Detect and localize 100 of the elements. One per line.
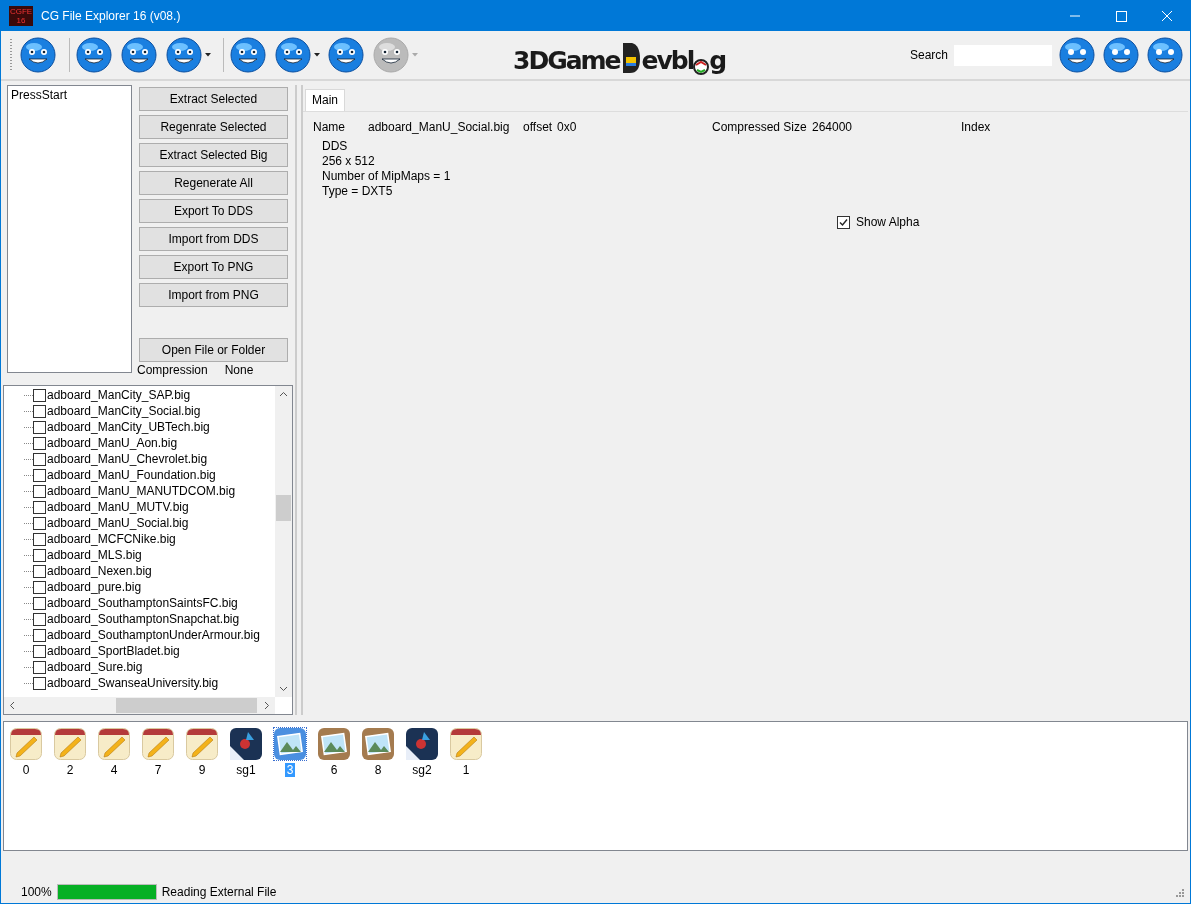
notepad-icon[interactable] <box>54 728 86 760</box>
tree-item[interactable]: adboard_SportBladet.big <box>47 644 180 658</box>
checkbox[interactable] <box>33 660 46 674</box>
checkbox[interactable] <box>33 420 46 434</box>
checkbox-label[interactable]: Show Alpha <box>856 215 920 229</box>
info-text: Number of MipMaps = 1 <box>322 169 452 184</box>
checkbox[interactable] <box>33 500 46 514</box>
offset-value: 0x0 <box>557 120 578 134</box>
thumbnail-label[interactable]: 2 <box>64 763 76 777</box>
tree-item[interactable]: adboard_SouthamptonSnapchat.big <box>47 612 240 626</box>
tree-item[interactable]: adboard_ManU_Social.big <box>47 516 189 530</box>
notepad-icon[interactable] <box>98 728 130 760</box>
checkbox[interactable] <box>33 676 46 690</box>
photo-icon[interactable] <box>362 728 394 760</box>
action-button[interactable]: Export To DDS <box>139 199 288 223</box>
thumbnail-label[interactable]: 4 <box>108 763 120 777</box>
checkbox[interactable] <box>33 532 46 546</box>
action-button[interactable]: Import from DDS <box>139 227 288 251</box>
action-button[interactable]: Export To PNG <box>139 255 288 279</box>
photo-icon[interactable] <box>318 728 350 760</box>
caret-icon[interactable] <box>205 53 211 57</box>
checkbox[interactable] <box>837 215 850 229</box>
compression-value: None <box>224 363 254 377</box>
checkbox[interactable] <box>33 452 46 466</box>
tab[interactable]: Main <box>305 89 345 111</box>
checkbox[interactable] <box>33 548 46 562</box>
open-button[interactable]: Open File or Folder <box>139 338 288 362</box>
checkbox[interactable] <box>33 580 46 594</box>
thumbnail-label[interactable]: 8 <box>372 763 384 777</box>
checkbox[interactable] <box>33 628 46 642</box>
list-item[interactable]: PressStart <box>11 88 128 102</box>
tree-item[interactable]: adboard_SouthamptonSaintsFC.big <box>47 596 238 610</box>
tree-item[interactable]: adboard_ManU_Foundation.big <box>47 468 216 482</box>
tree-item[interactable]: adboard_pure.big <box>47 580 142 594</box>
logo: 3DGame evbl g <box>513 35 726 75</box>
tree-item[interactable]: adboard_ManU_Chevrolet.big <box>47 452 208 466</box>
thumbnail-label[interactable]: 9 <box>196 763 208 777</box>
tree-item[interactable]: adboard_SwanseaUniversity.big <box>47 676 219 690</box>
scrollbar-thumb[interactable] <box>276 495 291 521</box>
offset-label: offset <box>523 120 554 134</box>
info-text: DDS <box>322 139 349 154</box>
caret-icon[interactable] <box>314 53 320 57</box>
smiley-icon[interactable] <box>229 36 267 74</box>
toolbar-grip-icon <box>9 38 13 72</box>
checkbox[interactable] <box>33 436 46 450</box>
scrollbar-thumb[interactable] <box>116 698 257 713</box>
tree-item[interactable]: adboard_Nexen.big <box>47 564 152 578</box>
info-text: Type = DXT5 <box>322 184 394 199</box>
smiley-icon[interactable] <box>165 36 203 74</box>
tree-item[interactable]: adboard_ManCity_SAP.big <box>47 388 191 402</box>
checkbox[interactable] <box>33 404 46 418</box>
tree-item[interactable]: adboard_ManU_MUTV.big <box>47 500 189 514</box>
checkbox[interactable] <box>33 468 46 482</box>
info-text: 256 x 512 <box>322 154 376 169</box>
horizontal-scrollbar[interactable] <box>4 697 275 714</box>
thumbnail-label[interactable]: sg2 <box>410 763 434 777</box>
smiley-icon[interactable] <box>120 36 158 74</box>
action-button[interactable]: Extract Selected Big <box>139 143 288 167</box>
checkbox[interactable] <box>33 596 46 610</box>
notepad-icon[interactable] <box>450 728 482 760</box>
checkbox[interactable] <box>33 484 46 498</box>
tree-item[interactable]: adboard_ManCity_UBTech.big <box>47 420 210 434</box>
tree-item[interactable]: adboard_ManU_MANUTDCOM.big <box>47 484 236 498</box>
checkbox[interactable] <box>33 644 46 658</box>
notepad-icon[interactable] <box>10 728 42 760</box>
game-icon[interactable] <box>406 728 438 760</box>
vertical-scrollbar[interactable] <box>275 386 292 697</box>
tree-item[interactable]: adboard_MLS.big <box>47 548 142 562</box>
smiley-icon[interactable] <box>1058 36 1096 74</box>
action-button[interactable]: Import from PNG <box>139 283 288 307</box>
action-button[interactable]: Regenrate Selected <box>139 115 288 139</box>
smiley-icon[interactable] <box>1146 36 1184 74</box>
photo-icon[interactable] <box>274 728 306 760</box>
notepad-icon[interactable] <box>142 728 174 760</box>
thumbnail-label[interactable]: 1 <box>460 763 472 777</box>
thumbnail-label[interactable]: sg1 <box>234 763 258 777</box>
tree-item[interactable]: adboard_Sure.big <box>47 660 143 674</box>
checkbox[interactable] <box>33 388 46 402</box>
notepad-icon[interactable] <box>186 728 218 760</box>
checkbox[interactable] <box>33 612 46 626</box>
tree-item[interactable]: adboard_MCFCNike.big <box>47 532 176 546</box>
tree-item[interactable]: adboard_SouthamptonUnderArmour.big <box>47 628 260 642</box>
checkbox[interactable] <box>33 564 46 578</box>
smiley-icon[interactable] <box>327 36 365 74</box>
smiley-icon[interactable] <box>274 36 312 74</box>
game-icon[interactable] <box>230 728 262 760</box>
thumbnail-label[interactable]: 0 <box>20 763 32 777</box>
index-label: Index <box>961 120 991 134</box>
smiley-icon[interactable] <box>19 36 57 74</box>
tree-item[interactable]: adboard_ManCity_Social.big <box>47 404 201 418</box>
thumbnail-label[interactable]: 7 <box>152 763 164 777</box>
app-icon: CGFE 16 <box>9 6 33 26</box>
thumbnail-label[interactable]: 6 <box>328 763 340 777</box>
action-button[interactable]: Regenerate All <box>139 171 288 195</box>
action-button[interactable]: Extract Selected <box>139 87 288 111</box>
smiley-icon[interactable] <box>75 36 113 74</box>
resize-grip-icon[interactable] <box>1174 887 1184 897</box>
tree-item[interactable]: adboard_ManU_Aon.big <box>47 436 178 450</box>
checkbox[interactable] <box>33 516 46 530</box>
smiley-icon[interactable] <box>1102 36 1140 74</box>
